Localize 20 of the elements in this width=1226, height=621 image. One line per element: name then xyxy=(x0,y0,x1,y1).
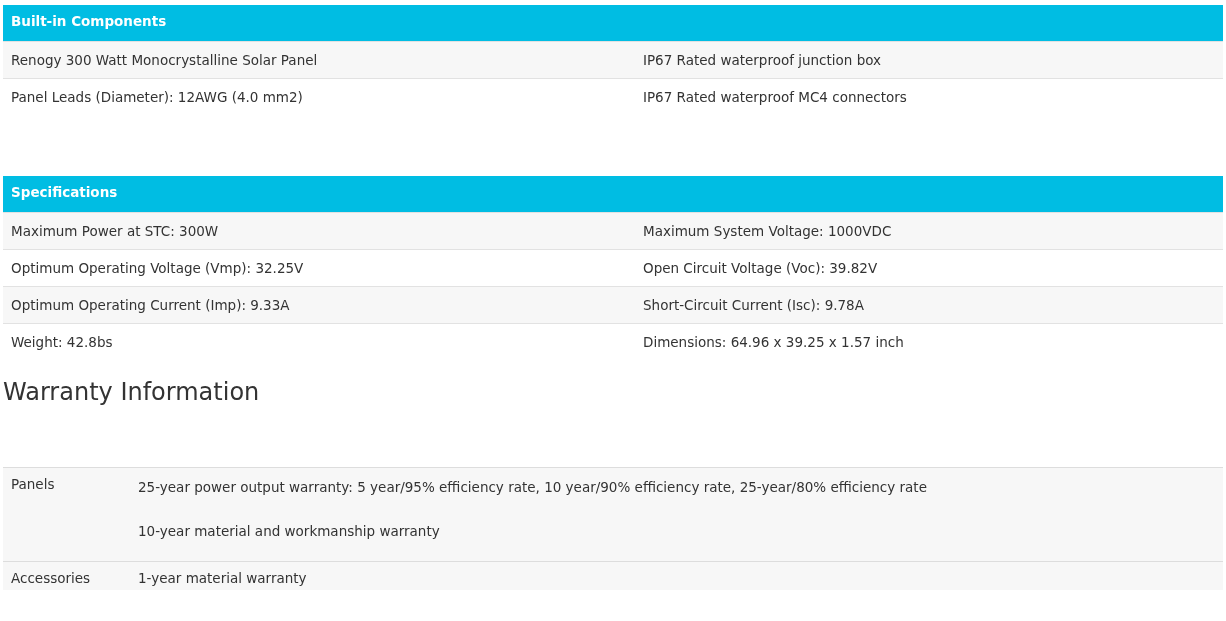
warranty-text: 1-year material warranty xyxy=(138,570,308,586)
spec-cell-text: IP67 Rated waterproof MC4 connectors xyxy=(642,89,908,105)
warranty-label: Panels xyxy=(10,476,56,494)
spec-cell-text: Panel Leads (Diameter): 12AWG (4.0 mm2) xyxy=(10,89,304,105)
spec-cell-text: Open Circuit Voltage (Voc): 39.82V xyxy=(642,260,879,276)
warranty-text: 25-year power output warranty: 5 year/95% efficiency rate, 10 year/90% efficiency rate, 25-year/80% efficiency rate xyxy=(138,479,928,495)
spec-cell-text: Short-Circuit Current (Isc): 9.78A xyxy=(642,297,865,313)
spec-cell-text: Optimum Operating Current (Imp): 9.33A xyxy=(10,297,291,313)
spec-cell-text: Optimum Operating Voltage (Vmp): 32.25V xyxy=(10,260,305,276)
section-header: Built-in Components xyxy=(3,5,1223,41)
spec-cell-text: Dimensions: 64.96 x 39.25 x 1.57 inch xyxy=(642,334,905,350)
spec-cell-text: Renogy 300 Watt Monocrystalline Solar Panel xyxy=(10,52,319,68)
section-header: Specifications xyxy=(3,176,1223,212)
spec-cell-text: Maximum Power at STC: 300W xyxy=(10,223,220,239)
spec-cell-text: Maximum System Voltage: 1000VDC xyxy=(642,223,893,239)
section-title: Warranty Information xyxy=(3,378,261,406)
warranty-label: Accessories xyxy=(10,570,92,586)
warranty-text: 10-year material and workmanship warranty xyxy=(138,523,441,539)
spec-cell-text: Weight: 42.8bs xyxy=(10,334,114,350)
spec-cell-text: IP67 Rated waterproof junction box xyxy=(642,52,883,68)
